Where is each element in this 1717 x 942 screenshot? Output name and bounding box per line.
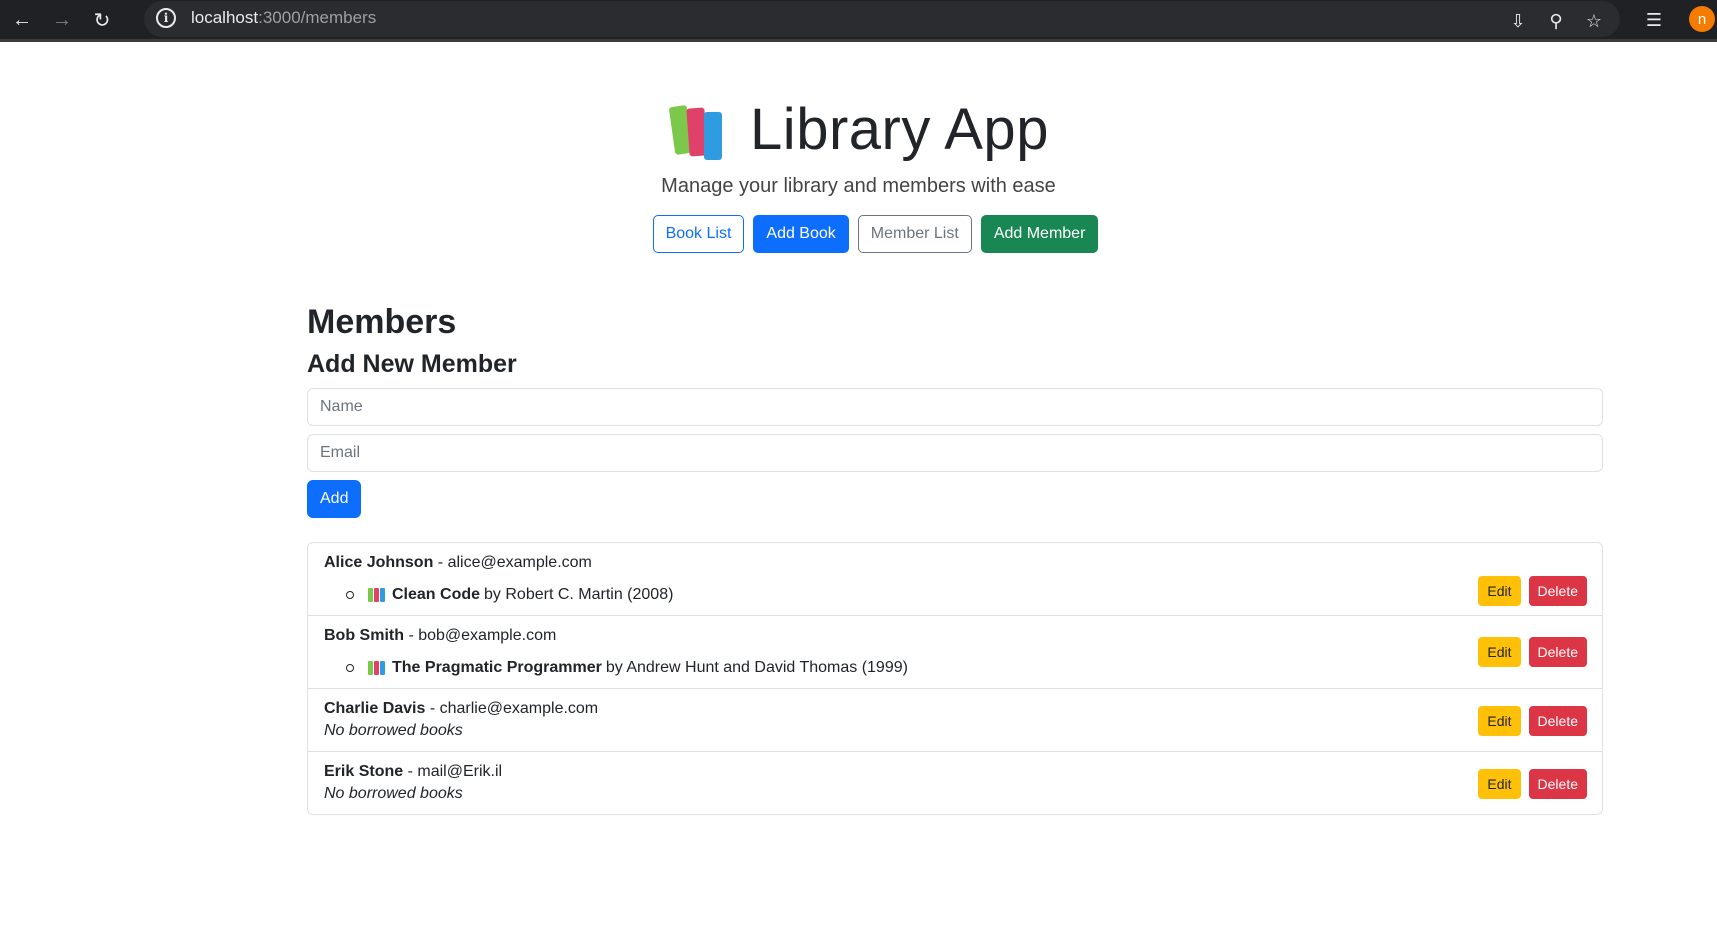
email-input[interactable] [307, 434, 1603, 472]
edit-button[interactable]: Edit [1478, 769, 1521, 799]
member-actions: Edit Delete [1478, 706, 1587, 736]
app-title-row: Library App [668, 96, 1049, 163]
add-book-button[interactable]: Add Book [753, 215, 849, 253]
list-item: Alice Johnson - alice@example.com Clean … [308, 543, 1602, 615]
profile-avatar[interactable]: n [1689, 6, 1715, 32]
borrowed-book: The Pragmatic Programmer by Andrew Hunt … [324, 657, 1586, 679]
edit-button[interactable]: Edit [1478, 637, 1521, 667]
member-actions: Edit Delete [1478, 769, 1587, 799]
list-item: Charlie Davis - charlie@example.com No b… [308, 688, 1602, 751]
name-input[interactable] [307, 388, 1603, 426]
delete-button[interactable]: Delete [1528, 637, 1587, 667]
member-email: - bob@example.com [404, 627, 557, 644]
borrowed-book: Clean Code by Robert C. Martin (2008) [324, 584, 1586, 606]
main-nav: Book List Add Book Member List Add Membe… [0, 215, 1717, 253]
member-actions: Edit Delete [1478, 637, 1587, 667]
member-email: - mail@Erik.il [403, 763, 503, 780]
forward-arrow-icon[interactable]: → [46, 4, 78, 36]
no-borrowed-books: No borrowed books [324, 785, 463, 802]
address-bar-url[interactable]: localhost:3000/members [191, 8, 376, 28]
member-list-button[interactable]: Member List [857, 215, 972, 253]
reload-icon[interactable]: ↻ [86, 4, 118, 36]
reading-list-icon[interactable]: ☰ [1640, 6, 1668, 34]
member-actions: Edit Delete [1478, 576, 1587, 606]
no-borrowed-books: No borrowed books [324, 722, 463, 739]
book-list-button[interactable]: Book List [652, 215, 745, 253]
add-member-nav-button[interactable]: Add Member [980, 215, 1099, 253]
member-line: Bob Smith - bob@example.com [324, 625, 1586, 647]
list-item: Bob Smith - bob@example.com The Pragmati… [308, 615, 1602, 688]
page-title: Members [307, 303, 457, 341]
member-name: Charlie Davis [324, 700, 426, 717]
books-icon [368, 588, 386, 602]
member-name: Bob Smith [324, 627, 404, 644]
delete-button[interactable]: Delete [1528, 769, 1587, 799]
url-host: localhost [191, 8, 259, 27]
delete-button[interactable]: Delete [1528, 576, 1587, 606]
bullet-icon [346, 591, 354, 599]
add-button[interactable]: Add [307, 480, 362, 518]
bookmark-star-icon[interactable]: ☆ [1580, 7, 1608, 35]
members-page: Members Add New Member Add Alice Johnson… [307, 300, 1603, 815]
app-header: Library App Manage your library and memb… [0, 96, 1717, 198]
member-line: Alice Johnson - alice@example.com [324, 552, 1586, 574]
address-bar[interactable]: i localhost:3000/members ⇩ ⚲ ☆ [144, 1, 1620, 37]
members-list: Alice Johnson - alice@example.com Clean … [307, 542, 1603, 815]
books-icon [368, 661, 386, 675]
edit-button[interactable]: Edit [1478, 576, 1521, 606]
back-arrow-icon[interactable]: ← [6, 4, 38, 36]
app-subtitle: Manage your library and members with eas… [661, 175, 1056, 197]
member-name: Erik Stone [324, 763, 404, 780]
book-author: by Robert C. Martin (2008) [484, 586, 674, 603]
add-member-heading: Add New Member [307, 350, 517, 378]
edit-button[interactable]: Edit [1478, 706, 1521, 736]
site-info-icon[interactable]: i [156, 8, 176, 28]
member-email: - alice@example.com [433, 554, 592, 571]
member-line: Erik Stone - mail@Erik.il [324, 761, 1586, 783]
list-item: Erik Stone - mail@Erik.il No borrowed bo… [308, 751, 1602, 814]
book-title: The Pragmatic Programmer [392, 659, 602, 676]
member-email: - charlie@example.com [425, 700, 599, 717]
member-line: Charlie Davis - charlie@example.com [324, 698, 1586, 720]
book-title: Clean Code [392, 586, 481, 603]
zoom-icon[interactable]: ⚲ [1542, 7, 1570, 35]
book-author: by Andrew Hunt and David Thomas (1999) [605, 659, 908, 676]
books-icon [668, 102, 728, 160]
browser-toolbar: ← → ↻ i localhost:3000/members ⇩ ⚲ ☆ ☰ n [0, 0, 1717, 42]
delete-button[interactable]: Delete [1528, 706, 1587, 736]
install-app-icon[interactable]: ⇩ [1504, 7, 1532, 35]
app-title: Library App [750, 97, 1049, 162]
member-name: Alice Johnson [324, 554, 434, 571]
url-path: :3000/members [258, 8, 377, 27]
bullet-icon [346, 664, 354, 672]
